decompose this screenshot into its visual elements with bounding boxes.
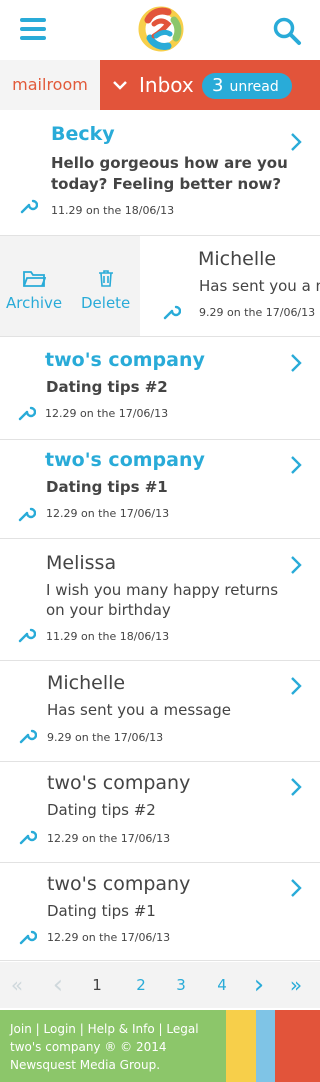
message-timestamp: 12.29 on the 17/06/13 [46,507,170,520]
message-subject: Dating tips #2 [46,378,168,396]
page-4-button[interactable]: 4 [212,962,232,1008]
archive-button[interactable]: Archive [6,268,62,312]
swiped-message-content[interactable]: Michelle Has sent you a message 9.29 on … [140,236,320,336]
footer-separator: | [35,1022,40,1036]
chevron-right-icon[interactable] [289,455,303,475]
wrench-icon[interactable] [20,196,38,214]
message-sender: two's company [47,873,191,895]
message-row[interactable]: two's company Dating tips #2 12.29 on th… [0,762,320,863]
next-page-button[interactable]: › [249,962,269,1008]
search-icon[interactable] [272,16,302,46]
message-subject: Has sent you a message [199,277,320,295]
message-subject: Hello gorgeous how are you [51,154,288,172]
tab-inbox[interactable]: Inbox 3 unread [100,60,320,110]
message-timestamp: 11.29 on the 18/06/13 [51,204,175,217]
chevron-down-icon [113,81,127,90]
mailbox-nav: mailroom Inbox 3 unread [0,60,320,110]
tab-inbox-label: Inbox [139,73,194,97]
footer-stripe-red [275,1010,320,1082]
footer-stripe-yellow [226,1010,256,1082]
wrench-icon[interactable] [18,403,36,421]
footer-stripe-blue [256,1010,275,1082]
archive-label: Archive [6,294,63,312]
footer-separator: | [158,1022,163,1036]
pagination: « ‹ 1 2 3 4 › » [0,962,320,1008]
message-timestamp: 12.29 on the 17/06/13 [45,407,169,420]
message-subject-line-2: on your birthday [46,601,171,619]
page-2-button[interactable]: 2 [131,962,151,1008]
footer: Join | Login | Help & Info | Legal two's… [0,1010,320,1082]
wrench-icon[interactable] [18,625,36,643]
swipe-actions: Archive Delete [0,236,140,336]
unread-count: 3 [212,75,224,96]
message-subject-line-2: today? Feeling better now? [51,175,282,193]
footer-copyright-line-2: Newsquest Media Group. [10,1058,161,1072]
message-subject: Dating tips #1 [47,902,156,920]
message-timestamp: 12.29 on the 17/06/13 [47,931,171,944]
first-page-button[interactable]: « [6,962,28,1008]
top-header [0,0,320,60]
tab-mailroom[interactable]: mailroom [0,60,100,110]
message-sender: two's company [47,772,191,794]
footer-legal-link[interactable]: Legal [166,1022,198,1036]
message-sender: two's company [45,449,205,471]
tab-mailroom-label: mailroom [12,75,88,94]
message-sender: Michelle [198,248,277,270]
last-page-button[interactable]: » [285,962,307,1008]
hamburger-icon[interactable] [20,18,46,40]
message-subject: I wish you many happy returns [46,581,279,599]
footer-help-link[interactable]: Help & Info [88,1022,155,1036]
delete-label: Delete [81,294,131,312]
message-sender: two's company [45,349,205,371]
message-row[interactable]: two's company Dating tips #2 12.29 on th… [0,337,320,440]
chevron-right-icon[interactable] [289,353,303,373]
page-1-button[interactable]: 1 [87,962,107,1008]
chevron-right-icon[interactable] [289,132,303,152]
message-sender: Michelle [47,672,126,694]
message-subject: Has sent you a message [47,701,231,719]
message-timestamp: 12.29 on the 17/06/13 [47,832,171,845]
wrench-icon[interactable] [19,927,37,945]
unread-badge: 3 unread [202,73,292,99]
message-row[interactable]: two's company Dating tips #1 12.29 on th… [0,440,320,539]
wrench-icon[interactable] [19,726,37,744]
wrench-icon[interactable] [19,827,37,845]
footer-login-link[interactable]: Login [44,1022,76,1036]
delete-button[interactable]: Delete [81,268,130,312]
wrench-icon[interactable] [163,302,181,320]
footer-join-link[interactable]: Join [10,1022,32,1036]
message-timestamp: 9.29 on the 17/06/13 [47,731,164,744]
chevron-right-icon[interactable] [289,777,303,797]
folder-icon [23,271,47,287]
message-timestamp: 9.29 on the 17/06/13 [199,306,316,319]
footer-links: Join | Login | Help & Info | Legal two's… [0,1010,226,1082]
footer-copyright: two's company ® © 2014 [10,1040,167,1054]
message-row[interactable]: Melissa I wish you many happy returns on… [0,539,320,661]
message-sender: Melissa [46,552,117,574]
trash-icon [98,270,113,287]
wrench-icon[interactable] [18,504,36,522]
message-row[interactable]: Michelle Has sent you a message 9.29 on … [0,661,320,762]
message-timestamp: 11.29 on the 18/06/13 [46,630,170,643]
page-3-button[interactable]: 3 [171,962,191,1008]
chevron-right-icon[interactable] [289,676,303,696]
chevron-right-icon[interactable] [289,878,303,898]
unread-label: unread [229,79,279,95]
message-row[interactable]: two's company Dating tips #1 12.29 on th… [0,863,320,961]
message-row[interactable]: Becky Hello gorgeous how are you today? … [0,110,320,236]
chevron-right-icon[interactable] [289,555,303,575]
footer-separator: | [79,1022,84,1036]
twos-company-logo[interactable] [138,6,184,52]
message-subject: Dating tips #1 [46,478,168,496]
message-sender: Becky [51,123,115,145]
prev-page-button[interactable]: ‹ [48,962,68,1008]
message-row-swiped[interactable]: Archive Delete Michelle Has sent you a m… [0,236,320,337]
message-subject: Dating tips #2 [47,801,156,819]
